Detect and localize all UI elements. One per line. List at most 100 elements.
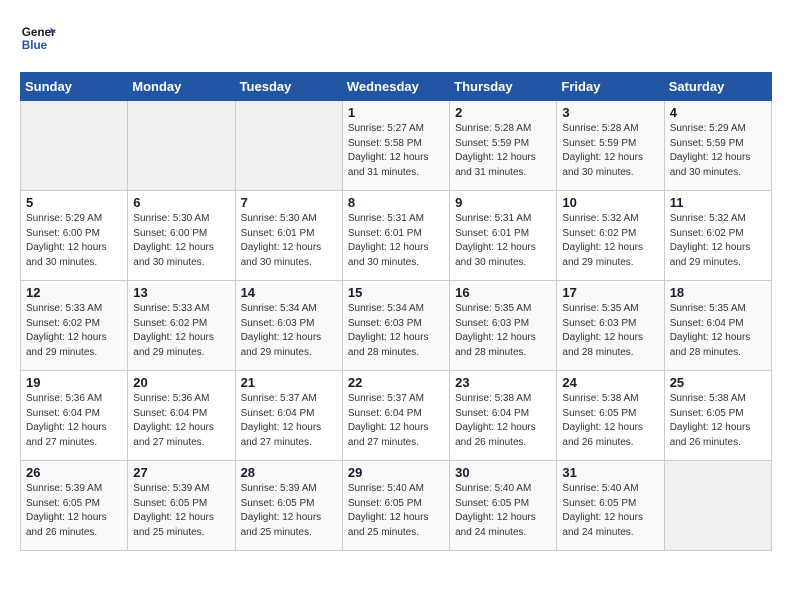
day-info: Sunrise: 5:31 AMSunset: 6:01 PMDaylight:… [455,212,551,270]
day-info: Sunrise: 5:33 AMSunset: 6:02 PMDaylight:… [133,302,229,360]
calendar-day: 31 Sunrise: 5:40 AMSunset: 6:05 PMDayligh… [557,461,664,551]
logo-icon: General Blue [20,20,56,56]
day-info: Sunrise: 5:28 AMSunset: 5:59 PMDaylight:… [562,122,658,180]
day-info: Sunrise: 5:40 AMSunset: 6:05 PMDaylight:… [348,482,444,540]
calendar-day [128,101,235,191]
weekday-header-saturday: Saturday [664,73,771,101]
day-number: 8 [348,195,444,210]
day-number: 11 [670,195,766,210]
calendar-week-3: 12 Sunrise: 5:33 AMSunset: 6:02 PMDayligh… [21,281,772,371]
day-number: 13 [133,285,229,300]
day-info: Sunrise: 5:29 AMSunset: 6:00 PMDaylight:… [26,212,122,270]
calendar-day: 11 Sunrise: 5:32 AMSunset: 6:02 PMDayligh… [664,191,771,281]
calendar-day: 2Sunrise: 5:28 AMSunset: 5:59 PMDaylight… [450,101,557,191]
day-number: 14 [241,285,337,300]
day-info: Sunrise: 5:34 AMSunset: 6:03 PMDaylight:… [241,302,337,360]
day-number: 1 [348,105,444,120]
calendar-day [664,461,771,551]
day-number: 18 [670,285,766,300]
calendar-week-2: 5 Sunrise: 5:29 AMSunset: 6:00 PMDaylight… [21,191,772,281]
day-number: 16 [455,285,551,300]
calendar-day: 29 Sunrise: 5:40 AMSunset: 6:05 PMDayligh… [342,461,449,551]
day-number: 21 [241,375,337,390]
day-number: 6 [133,195,229,210]
calendar-day: 18 Sunrise: 5:35 AMSunset: 6:04 PMDayligh… [664,281,771,371]
day-info: Sunrise: 5:36 AMSunset: 6:04 PMDaylight:… [133,392,229,450]
day-info: Sunrise: 5:35 AMSunset: 6:03 PMDaylight:… [562,302,658,360]
calendar-day: 21 Sunrise: 5:37 AMSunset: 6:04 PMDayligh… [235,371,342,461]
day-info: Sunrise: 5:38 AMSunset: 6:05 PMDaylight:… [562,392,658,450]
day-info: Sunrise: 5:36 AMSunset: 6:04 PMDaylight:… [26,392,122,450]
calendar-day [235,101,342,191]
calendar-day: 27 Sunrise: 5:39 AMSunset: 6:05 PMDayligh… [128,461,235,551]
day-number: 25 [670,375,766,390]
calendar-day: 16 Sunrise: 5:35 AMSunset: 6:03 PMDayligh… [450,281,557,371]
calendar-day: 19 Sunrise: 5:36 AMSunset: 6:04 PMDayligh… [21,371,128,461]
day-info: Sunrise: 5:29 AMSunset: 5:59 PMDaylight:… [670,122,766,180]
day-info: Sunrise: 5:28 AMSunset: 5:59 PMDaylight:… [455,122,551,180]
day-info: Sunrise: 5:32 AMSunset: 6:02 PMDaylight:… [670,212,766,270]
calendar-day: 15 Sunrise: 5:34 AMSunset: 6:03 PMDayligh… [342,281,449,371]
day-info: Sunrise: 5:37 AMSunset: 6:04 PMDaylight:… [241,392,337,450]
calendar-day: 30 Sunrise: 5:40 AMSunset: 6:05 PMDayligh… [450,461,557,551]
day-info: Sunrise: 5:30 AMSunset: 6:00 PMDaylight:… [133,212,229,270]
calendar-table: SundayMondayTuesdayWednesdayThursdayFrid… [20,72,772,551]
day-number: 29 [348,465,444,480]
day-number: 30 [455,465,551,480]
calendar-day: 8 Sunrise: 5:31 AMSunset: 6:01 PMDaylight… [342,191,449,281]
day-info: Sunrise: 5:39 AMSunset: 6:05 PMDaylight:… [133,482,229,540]
calendar-day: 14 Sunrise: 5:34 AMSunset: 6:03 PMDayligh… [235,281,342,371]
day-number: 27 [133,465,229,480]
calendar-day: 10 Sunrise: 5:32 AMSunset: 6:02 PMDayligh… [557,191,664,281]
day-info: Sunrise: 5:39 AMSunset: 6:05 PMDaylight:… [241,482,337,540]
day-number: 10 [562,195,658,210]
day-number: 23 [455,375,551,390]
calendar-day: 28 Sunrise: 5:39 AMSunset: 6:05 PMDayligh… [235,461,342,551]
page-header: General Blue [20,20,772,56]
day-number: 28 [241,465,337,480]
day-number: 3 [562,105,658,120]
calendar-day: 17 Sunrise: 5:35 AMSunset: 6:03 PMDayligh… [557,281,664,371]
calendar-day: 13 Sunrise: 5:33 AMSunset: 6:02 PMDayligh… [128,281,235,371]
day-number: 9 [455,195,551,210]
day-info: Sunrise: 5:27 AMSunset: 5:58 PMDaylight:… [348,122,444,180]
calendar-week-1: 1 Sunrise: 5:27 AMSunset: 5:58 PMDaylight… [21,101,772,191]
calendar-day: 23Sunrise: 5:38 AMSunset: 6:04 PMDayligh… [450,371,557,461]
day-number: 15 [348,285,444,300]
svg-text:Blue: Blue [22,39,48,52]
calendar-day: 3 Sunrise: 5:28 AMSunset: 5:59 PMDaylight… [557,101,664,191]
logo: General Blue [20,20,56,56]
calendar-day: 26 Sunrise: 5:39 AMSunset: 6:05 PMDayligh… [21,461,128,551]
weekday-header-tuesday: Tuesday [235,73,342,101]
calendar-day: 4Sunrise: 5:29 AMSunset: 5:59 PMDaylight… [664,101,771,191]
day-number: 24 [562,375,658,390]
day-number: 5 [26,195,122,210]
weekday-header-wednesday: Wednesday [342,73,449,101]
calendar-header: SundayMondayTuesdayWednesdayThursdayFrid… [21,73,772,101]
day-info: Sunrise: 5:40 AMSunset: 6:05 PMDaylight:… [455,482,551,540]
day-info: Sunrise: 5:34 AMSunset: 6:03 PMDaylight:… [348,302,444,360]
calendar-day: 22 Sunrise: 5:37 AMSunset: 6:04 PMDayligh… [342,371,449,461]
day-info: Sunrise: 5:40 AMSunset: 6:05 PMDaylight:… [562,482,658,540]
calendar-day: 5 Sunrise: 5:29 AMSunset: 6:00 PMDaylight… [21,191,128,281]
calendar-week-4: 19 Sunrise: 5:36 AMSunset: 6:04 PMDayligh… [21,371,772,461]
day-info: Sunrise: 5:35 AMSunset: 6:04 PMDaylight:… [670,302,766,360]
calendar-day: 1 Sunrise: 5:27 AMSunset: 5:58 PMDaylight… [342,101,449,191]
day-number: 31 [562,465,658,480]
day-info: Sunrise: 5:32 AMSunset: 6:02 PMDaylight:… [562,212,658,270]
day-number: 20 [133,375,229,390]
calendar-day: 20 Sunrise: 5:36 AMSunset: 6:04 PMDayligh… [128,371,235,461]
day-number: 22 [348,375,444,390]
calendar-day: 9 Sunrise: 5:31 AMSunset: 6:01 PMDaylight… [450,191,557,281]
calendar-day: 24 Sunrise: 5:38 AMSunset: 6:05 PMDayligh… [557,371,664,461]
day-number: 12 [26,285,122,300]
calendar-day: 6 Sunrise: 5:30 AMSunset: 6:00 PMDaylight… [128,191,235,281]
calendar-day: 25Sunrise: 5:38 AMSunset: 6:05 PMDayligh… [664,371,771,461]
day-info: Sunrise: 5:31 AMSunset: 6:01 PMDaylight:… [348,212,444,270]
day-info: Sunrise: 5:35 AMSunset: 6:03 PMDaylight:… [455,302,551,360]
day-number: 19 [26,375,122,390]
day-info: Sunrise: 5:39 AMSunset: 6:05 PMDaylight:… [26,482,122,540]
day-number: 26 [26,465,122,480]
day-info: Sunrise: 5:37 AMSunset: 6:04 PMDaylight:… [348,392,444,450]
day-number: 17 [562,285,658,300]
